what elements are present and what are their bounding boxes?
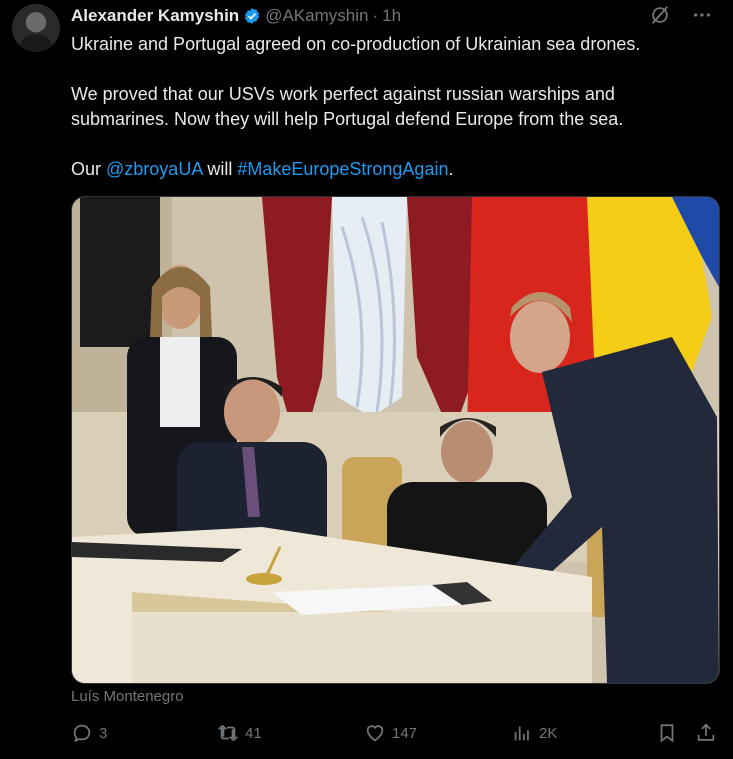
tweet-line-1: Ukraine and Portugal agreed on co-produc… [71,34,641,54]
reply-count: 3 [99,724,108,742]
bookmark-button[interactable] [656,722,678,744]
views-count: 2K [539,724,558,742]
more-icon[interactable] [691,4,713,26]
repost-button[interactable]: 41 [217,722,262,744]
line3-prefix: Our [71,159,107,179]
separator-dot: · [372,6,379,25]
tweet-actions: 3 41 147 2K [71,722,719,750]
hashtag-link[interactable]: #MakeEuropeStrongAgain [237,159,448,179]
tweet-line-3: Our @zbroyaUA will #MakeEuropeStrongAgai… [71,157,711,182]
tweet-line-2: We proved that our USVs work perfect aga… [71,84,624,129]
author-name[interactable]: Alexander Kamyshin [71,6,239,26]
media-caption[interactable]: Luís Montenegro [71,688,184,705]
like-count: 147 [392,724,418,742]
tweet-text: Ukraine and Portugal agreed on co-produc… [71,32,711,182]
share-icon [697,723,715,741]
mention-link[interactable]: @zbroyaUA [106,159,202,179]
line3-mid: will [202,159,238,179]
repost-count: 41 [245,724,262,742]
tweet-header: Alexander Kamyshin @AKamyshin · 1h [71,4,713,28]
share-button[interactable] [695,722,717,744]
reply-icon [73,724,91,743]
like-button[interactable]: 147 [364,722,417,744]
views-button[interactable]: 2K [511,722,557,744]
tweet-media-photo[interactable] [71,196,720,684]
heart-icon [366,725,384,742]
signing-photo [72,197,719,683]
header-actions [649,4,713,26]
author-avatar[interactable] [12,4,60,52]
views-icon [514,726,529,741]
grok-icon[interactable] [649,4,671,26]
timestamp[interactable]: 1h [382,6,401,26]
author-handle[interactable]: @AKamyshin [265,6,368,26]
bookmark-icon [660,724,674,743]
repost-icon [217,725,239,741]
reply-button[interactable]: 3 [71,722,107,744]
verified-badge-icon [245,8,260,24]
line3-suffix: . [448,159,454,179]
